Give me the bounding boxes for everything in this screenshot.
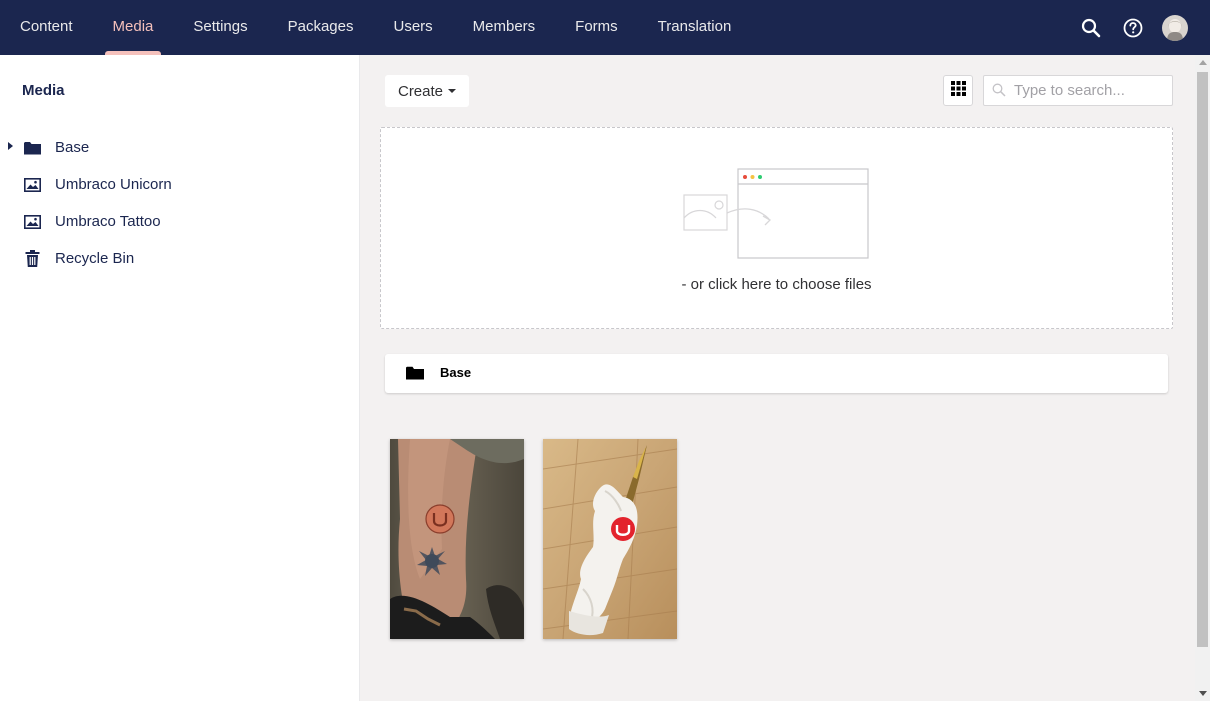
search-box xyxy=(983,75,1173,106)
top-navigation-bar: Content Media Settings Packages Users Me… xyxy=(0,0,1210,55)
nav-users[interactable]: Users xyxy=(373,0,452,55)
folder-label: Base xyxy=(440,365,472,380)
media-tree: Base Umbraco Unicorn Umbraco Tattoo Recy… xyxy=(0,129,359,277)
tattoo-photo xyxy=(390,439,524,639)
image-icon xyxy=(24,176,41,193)
tree-item-umbraco-tattoo[interactable]: Umbraco Tattoo xyxy=(0,203,359,240)
sidebar-title: Media xyxy=(22,82,65,99)
dropzone-text[interactable]: - or click here to choose files xyxy=(381,276,1172,293)
help-icon[interactable] xyxy=(1112,0,1154,55)
tree-item-umbraco-unicorn[interactable]: Umbraco Unicorn xyxy=(0,166,359,203)
user-avatar[interactable] xyxy=(1154,0,1196,55)
vertical-scrollbar[interactable] xyxy=(1195,55,1210,701)
create-button-label: Create xyxy=(397,82,444,100)
trash-icon xyxy=(24,250,41,267)
nav-media[interactable]: Media xyxy=(93,0,174,55)
create-button[interactable]: Create xyxy=(385,75,469,107)
scroll-down-arrow-icon[interactable] xyxy=(1199,691,1207,696)
tree-item-label: Recycle Bin xyxy=(55,250,135,267)
tree-item-label: Base xyxy=(55,139,90,156)
search-icon xyxy=(992,83,1006,102)
nav-members[interactable]: Members xyxy=(453,0,556,55)
sidebar: Media Base Umbraco Unicorn Umbraco Tatto… xyxy=(0,55,360,701)
scrollbar-thumb[interactable] xyxy=(1197,72,1208,647)
grid-icon xyxy=(950,80,966,101)
folder-icon xyxy=(406,366,424,385)
nav-content[interactable]: Content xyxy=(0,0,93,55)
tree-item-base[interactable]: Base xyxy=(0,129,359,166)
expand-caret-icon[interactable] xyxy=(8,142,13,150)
avatar xyxy=(1162,14,1188,41)
media-item-umbraco-unicorn[interactable] xyxy=(543,439,677,639)
main-content: Create - or click xyxy=(360,55,1195,701)
top-icon-bar xyxy=(1070,0,1196,55)
image-icon xyxy=(24,213,41,230)
scroll-up-arrow-icon[interactable] xyxy=(1199,60,1207,65)
grid-view-button[interactable] xyxy=(943,75,973,106)
search-icon[interactable] xyxy=(1070,0,1112,55)
section-nav: Content Media Settings Packages Users Me… xyxy=(0,0,751,55)
search-input[interactable] xyxy=(1014,76,1169,105)
media-item-umbraco-tattoo[interactable] xyxy=(390,439,524,639)
tree-item-label: Umbraco Unicorn xyxy=(55,176,172,193)
upload-dropzone[interactable]: - or click here to choose files xyxy=(380,127,1173,329)
tree-item-recycle-bin[interactable]: Recycle Bin xyxy=(0,240,359,277)
tree-item-label: Umbraco Tattoo xyxy=(55,213,161,230)
nav-translation[interactable]: Translation xyxy=(638,0,752,55)
nav-packages[interactable]: Packages xyxy=(268,0,374,55)
upload-illustration xyxy=(683,168,869,259)
nav-forms[interactable]: Forms xyxy=(555,0,638,55)
unicorn-photo xyxy=(543,439,677,639)
chevron-down-icon xyxy=(448,89,457,93)
folder-card-base[interactable]: Base xyxy=(385,354,1168,393)
folder-icon xyxy=(24,139,41,156)
nav-settings[interactable]: Settings xyxy=(173,0,267,55)
